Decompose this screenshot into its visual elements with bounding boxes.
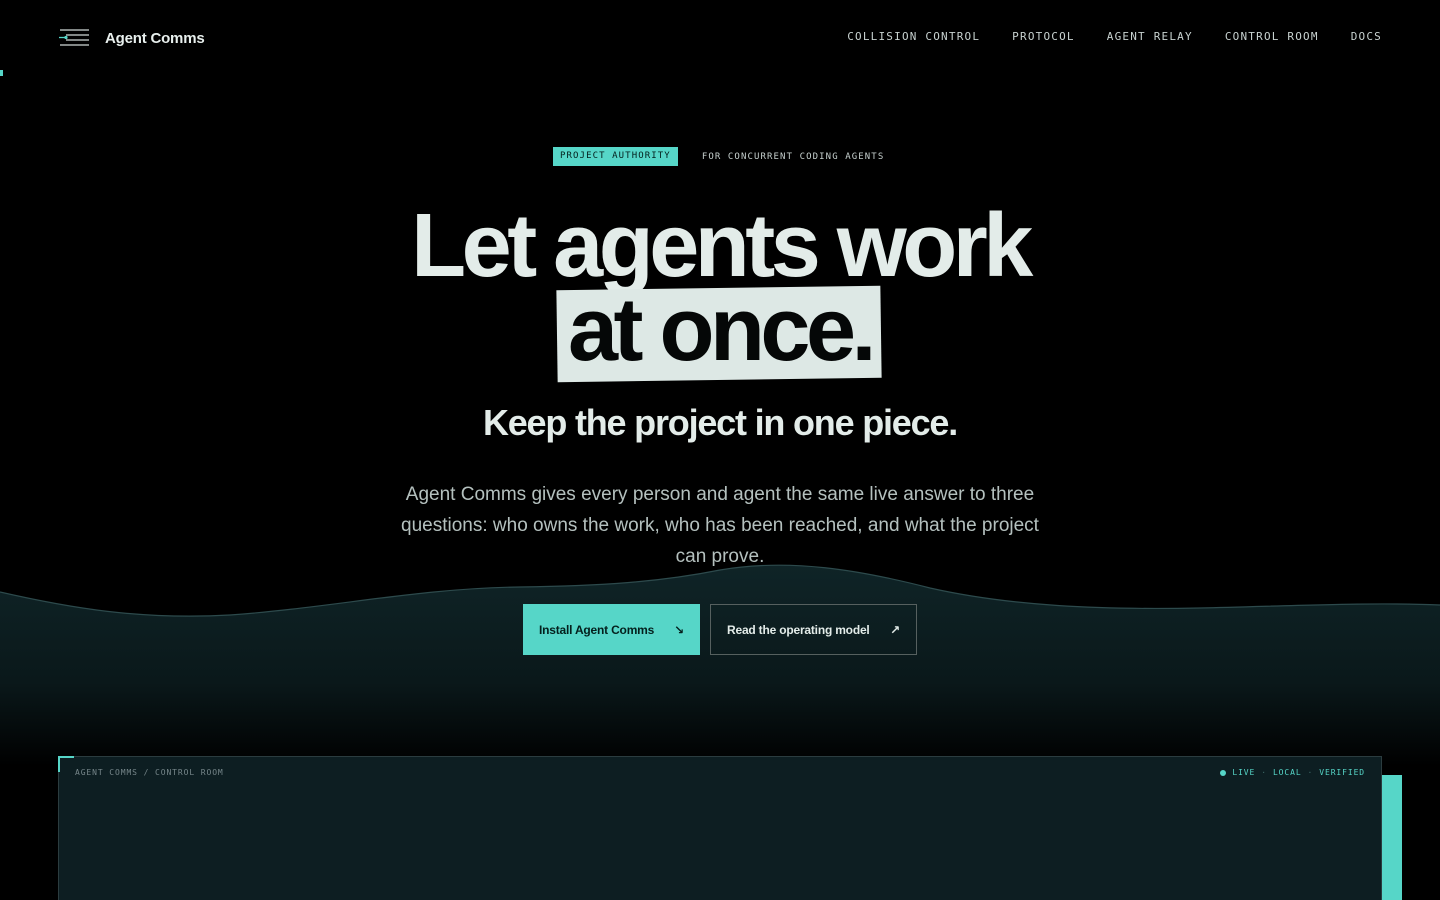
nav-agent-relay[interactable]: AGENT RELAY	[1107, 30, 1193, 43]
status-local: LOCAL	[1272, 768, 1302, 777]
arrow-up-right-icon: ↗	[890, 622, 900, 637]
hero-lede: Agent Comms gives every person and agent…	[401, 484, 1039, 567]
brand-name: Agent Comms	[105, 29, 205, 47]
install-button-label: Install Agent Comms	[539, 622, 655, 637]
operating-model-button[interactable]: Read the operating model ↗	[710, 604, 917, 655]
edge-marker	[0, 70, 3, 76]
install-button[interactable]: Install Agent Comms ↘	[523, 604, 700, 655]
panel-accent-bar	[1382, 775, 1402, 900]
main-nav: COLLISION CONTROL PROTOCOL AGENT RELAY C…	[847, 30, 1382, 43]
control-room-panel	[58, 756, 1382, 900]
panel-status: LIVE · LOCAL · VERIFIED	[1220, 768, 1365, 777]
live-dot-icon	[1220, 769, 1227, 776]
brand-logo[interactable]: Agent Comms	[58, 26, 205, 50]
site-header: Agent Comms COLLISION CONTROL PROTOCOL A…	[0, 0, 1440, 76]
signal-lines-icon	[59, 29, 89, 46]
hero-subhead: Keep the project in one piece.	[482, 402, 958, 443]
panel-corner-marker	[58, 756, 74, 772]
headline-line-2: at once.	[567, 280, 877, 380]
arrow-down-right-icon: ↘	[674, 622, 684, 637]
nav-control-room[interactable]: CONTROL ROOM	[1225, 30, 1319, 43]
hero-kicker: PROJECT AUTHORITY FOR CONCURRENT CODING …	[553, 147, 884, 166]
status-live: LIVE	[1232, 768, 1256, 777]
nav-protocol[interactable]: PROTOCOL	[1012, 30, 1075, 43]
kicker-text: FOR CONCURRENT CODING AGENTS	[701, 151, 885, 162]
status-separator: ·	[1307, 768, 1314, 777]
operating-model-label: Read the operating model	[727, 622, 870, 637]
status-verified: VERIFIED	[1319, 768, 1365, 777]
status-separator: ·	[1261, 768, 1267, 777]
nav-collision-control[interactable]: COLLISION CONTROL	[847, 30, 980, 43]
project-authority-badge: PROJECT AUTHORITY	[553, 147, 678, 166]
nav-docs[interactable]: DOCS	[1351, 30, 1382, 43]
panel-breadcrumb: AGENT COMMS / CONTROL ROOM	[75, 768, 224, 777]
